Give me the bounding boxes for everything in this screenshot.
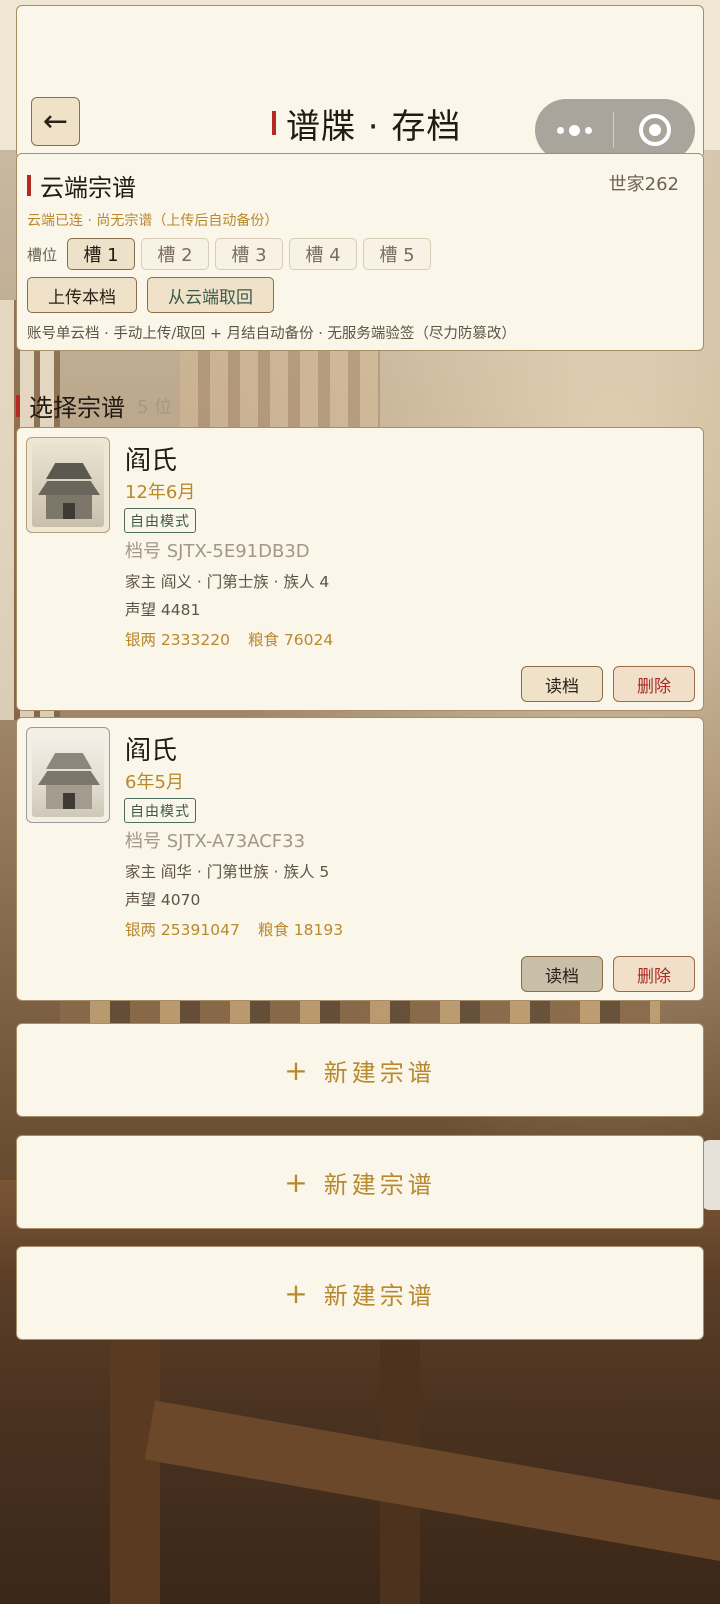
card-actions: 读档 删除 xyxy=(521,666,695,702)
slot-button-5[interactable]: 槽 5 xyxy=(363,238,432,270)
back-button[interactable]: ← xyxy=(31,97,80,146)
grain-value: 粮食 76024 xyxy=(247,631,334,649)
cloud-accent-bar xyxy=(27,175,31,196)
fame-value: 声望 4070 xyxy=(125,891,201,909)
server-label: 世家262 xyxy=(608,174,679,195)
slot-button-4[interactable]: 槽 4 xyxy=(289,238,358,270)
fame-value: 声望 4481 xyxy=(125,601,201,619)
slot-button-2[interactable]: 槽 2 xyxy=(141,238,210,270)
save-count: 5 位 xyxy=(137,396,173,418)
section-title-text: 选择宗谱 xyxy=(29,394,125,422)
mode-badge: 自由模式 xyxy=(124,798,196,823)
save-date: 6年5月 xyxy=(125,772,184,793)
slot-selector: 槽位 槽 1 槽 2 槽 3 槽 4 槽 5 xyxy=(27,238,437,270)
save-id: 档号 SJTX-A73ACF33 xyxy=(125,831,306,852)
record-target-icon[interactable] xyxy=(614,114,695,146)
arrow-left-icon: ← xyxy=(42,104,69,139)
new-genealogy-label: 新建宗谱 xyxy=(323,1058,436,1087)
resources: 银两 2333220 粮食 76024 xyxy=(125,628,333,650)
delete-save-button[interactable]: 删除 xyxy=(613,956,695,992)
resources: 银两 25391047 粮食 18193 xyxy=(125,918,343,940)
mansion-thumbnail xyxy=(26,727,110,823)
new-genealogy-button[interactable]: + 新建宗谱 xyxy=(16,1135,704,1229)
new-genealogy-label: 新建宗谱 xyxy=(323,1170,436,1199)
page-title: 谱牒 · 存档 xyxy=(272,98,461,148)
plus-icon: + xyxy=(284,1053,308,1087)
delete-save-button[interactable]: 删除 xyxy=(613,666,695,702)
load-save-button[interactable]: 读档 xyxy=(521,666,603,702)
save-card[interactable]: 阎氏 12年6月 自由模式 档号 SJTX-5E91DB3D 家主 阎义 · 门… xyxy=(16,427,704,711)
family-name: 阎氏 xyxy=(125,446,178,476)
cloud-actions: 上传本档 从云端取回 xyxy=(27,277,274,313)
save-card[interactable]: 阎氏 6年5月 自由模式 档号 SJTX-A73ACF33 家主 阎华 · 门第… xyxy=(16,717,704,1001)
cloud-genealogy-panel: 云端宗谱 世家262 云端已连 · 尚无宗谱（上传后自动备份） 槽位 槽 1 槽… xyxy=(16,153,704,351)
load-save-button[interactable]: 读档 xyxy=(521,956,603,992)
cloud-title: 云端宗谱 xyxy=(27,168,136,203)
section-title: 选择宗谱 5 位 xyxy=(16,388,172,423)
new-genealogy-label: 新建宗谱 xyxy=(323,1281,436,1310)
upload-save-button[interactable]: 上传本档 xyxy=(27,277,137,313)
family-head-info: 家主 阎华 · 门第世族 · 族人 5 xyxy=(125,863,330,881)
card-actions: 读档 删除 xyxy=(521,956,695,992)
new-genealogy-button[interactable]: + 新建宗谱 xyxy=(16,1246,704,1340)
family-head-info: 家主 阎义 · 门第士族 · 族人 4 xyxy=(125,573,330,591)
cloud-status: 云端已连 · 尚无宗谱（上传后自动备份） xyxy=(27,213,279,229)
fetch-from-cloud-button[interactable]: 从云端取回 xyxy=(147,277,274,313)
family-name: 阎氏 xyxy=(125,736,178,766)
plus-icon: + xyxy=(284,1165,308,1199)
page-title-text: 谱牒 · 存档 xyxy=(286,106,462,147)
cloud-note: 账号单云档 · 手动上传/取回 + 月结自动备份 · 无服务端验签（尽力防篡改） xyxy=(27,326,516,342)
slot-button-3[interactable]: 槽 3 xyxy=(215,238,284,270)
title-accent-bar xyxy=(272,111,276,135)
new-genealogy-button[interactable]: + 新建宗谱 xyxy=(16,1023,704,1117)
section-accent-bar xyxy=(16,394,20,417)
slot-label: 槽位 xyxy=(27,245,58,264)
more-dots-icon[interactable] xyxy=(535,124,613,136)
save-date: 12年6月 xyxy=(125,482,196,503)
slot-button-1[interactable]: 槽 1 xyxy=(67,238,136,270)
mansion-thumbnail xyxy=(26,437,110,533)
mode-badge: 自由模式 xyxy=(124,508,196,533)
miniprogram-capsule xyxy=(535,99,695,161)
plus-icon: + xyxy=(284,1276,308,1310)
silver-value: 银两 25391047 xyxy=(125,921,240,939)
silver-value: 银两 2333220 xyxy=(125,631,230,649)
grain-value: 粮食 18193 xyxy=(257,921,344,939)
cloud-title-text: 云端宗谱 xyxy=(40,174,136,202)
save-id: 档号 SJTX-5E91DB3D xyxy=(125,541,310,562)
